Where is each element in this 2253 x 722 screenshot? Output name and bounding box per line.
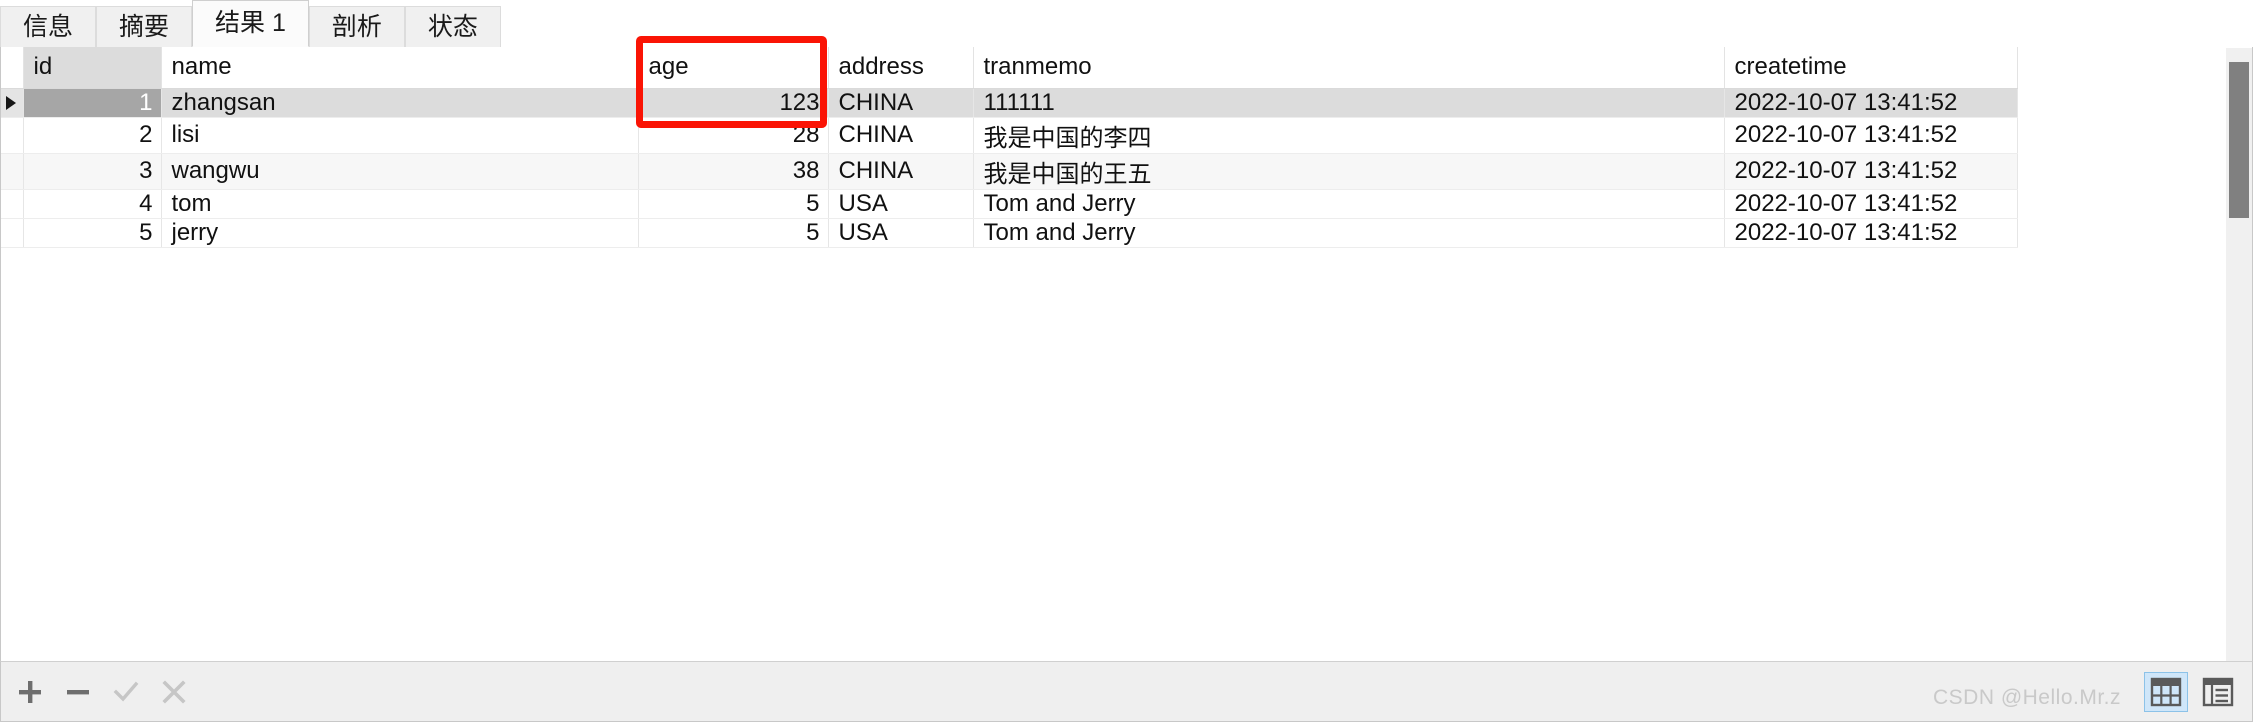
cell-createtime[interactable]: 2022-10-07 13:41:52 bbox=[1724, 218, 2018, 248]
grid-view-icon bbox=[2150, 677, 2182, 706]
cross-icon bbox=[162, 679, 186, 704]
tab-status[interactable]: 状态 bbox=[404, 6, 501, 47]
record-nav-group bbox=[13, 675, 191, 709]
form-view-icon bbox=[2202, 677, 2234, 706]
vertical-scrollbar-thumb[interactable] bbox=[2229, 62, 2249, 218]
column-header-createtime[interactable]: createtime bbox=[1724, 47, 2018, 89]
tab-label: 状态 bbox=[427, 12, 478, 41]
vertical-scrollbar[interactable] bbox=[2226, 48, 2252, 661]
cell-tranmemo[interactable]: 111111 bbox=[973, 88, 1725, 118]
row-gutter-cell[interactable] bbox=[1, 153, 24, 190]
cell-tranmemo[interactable]: Tom and Jerry bbox=[973, 218, 1725, 248]
row-gutter-cell[interactable] bbox=[1, 189, 24, 219]
cell-id[interactable]: 4 bbox=[23, 189, 162, 219]
result-tab-bar: 信息 摘要 结果 1 剖析 状态 bbox=[0, 0, 2253, 47]
cell-age[interactable]: 5 bbox=[638, 218, 829, 248]
check-icon bbox=[113, 681, 139, 701]
plus-icon bbox=[19, 680, 41, 703]
cell-createtime[interactable]: 2022-10-07 13:41:52 bbox=[1724, 117, 2018, 154]
tab-summary[interactable]: 摘要 bbox=[96, 6, 193, 47]
cell-name[interactable]: jerry bbox=[161, 218, 639, 248]
cell-tranmemo[interactable]: 我是中国的李四 bbox=[973, 117, 1725, 154]
form-view-button[interactable] bbox=[2196, 672, 2240, 712]
row-gutter-cell[interactable] bbox=[1, 88, 24, 118]
column-header-tranmemo[interactable]: tranmemo bbox=[973, 47, 1725, 89]
table-row[interactable]: 4 tom 5 USA Tom and Jerry 2022-10-07 13:… bbox=[1, 189, 2018, 219]
add-record-button[interactable] bbox=[13, 675, 47, 709]
cell-age[interactable]: 123 bbox=[638, 88, 829, 118]
cell-age[interactable]: 28 bbox=[638, 117, 829, 154]
result-grid-container[interactable]: id name age address tranmemo createtime … bbox=[0, 47, 2253, 661]
cell-age[interactable]: 38 bbox=[638, 153, 829, 190]
grid-view-button[interactable] bbox=[2144, 671, 2188, 712]
cell-id[interactable]: 3 bbox=[23, 153, 162, 190]
cell-address[interactable]: CHINA bbox=[828, 117, 974, 154]
view-mode-group bbox=[2144, 671, 2240, 712]
tab-label: 摘要 bbox=[119, 12, 170, 41]
column-header-age[interactable]: age bbox=[638, 47, 829, 89]
table-row[interactable]: 2 lisi 28 CHINA 我是中国的李四 2022-10-07 13:41… bbox=[1, 117, 2018, 154]
cell-name[interactable]: tom bbox=[161, 189, 639, 219]
cell-address[interactable]: CHINA bbox=[828, 88, 974, 118]
cell-address[interactable]: USA bbox=[828, 189, 974, 219]
row-gutter-cell[interactable] bbox=[1, 117, 24, 154]
current-row-marker-icon bbox=[6, 95, 16, 110]
column-header-address[interactable]: address bbox=[828, 47, 974, 89]
watermark-text: CSDN @Hello.Mr.z bbox=[1932, 686, 2121, 709]
delete-record-button[interactable] bbox=[61, 675, 95, 709]
cell-tranmemo[interactable]: Tom and Jerry bbox=[973, 189, 1725, 219]
grid-body: 1 zhangsan 123 CHINA 111111 2022-10-07 1… bbox=[1, 88, 2018, 248]
cell-tranmemo[interactable]: 我是中国的王五 bbox=[973, 153, 1725, 190]
cancel-changes-button[interactable] bbox=[157, 675, 191, 709]
tab-label: 结果 1 bbox=[215, 9, 286, 37]
cell-name[interactable]: zhangsan bbox=[161, 88, 639, 118]
cell-name[interactable]: wangwu bbox=[161, 153, 639, 190]
apply-changes-button[interactable] bbox=[109, 675, 143, 709]
row-gutter-cell[interactable] bbox=[1, 218, 24, 248]
row-gutter-header bbox=[1, 47, 24, 89]
cell-id[interactable]: 2 bbox=[23, 117, 162, 154]
cell-age[interactable]: 5 bbox=[638, 189, 829, 219]
tab-label: 剖析 bbox=[331, 12, 382, 41]
minus-icon bbox=[67, 689, 89, 694]
table-row[interactable]: 3 wangwu 38 CHINA 我是中国的王五 2022-10-07 13:… bbox=[1, 153, 2018, 190]
cell-createtime[interactable]: 2022-10-07 13:41:52 bbox=[1724, 189, 2018, 219]
cell-id[interactable]: 1 bbox=[23, 88, 162, 118]
cell-id[interactable]: 5 bbox=[23, 218, 162, 248]
table-row[interactable]: 5 jerry 5 USA Tom and Jerry 2022-10-07 1… bbox=[1, 218, 2018, 248]
grid-bottom-toolbar bbox=[0, 661, 2253, 722]
cell-createtime[interactable]: 2022-10-07 13:41:52 bbox=[1724, 153, 2018, 190]
grid-header-row: id name age address tranmemo createtime bbox=[1, 47, 2018, 89]
table-row[interactable]: 1 zhangsan 123 CHINA 111111 2022-10-07 1… bbox=[1, 88, 2018, 118]
result-grid: id name age address tranmemo createtime … bbox=[1, 47, 2018, 248]
tab-info[interactable]: 信息 bbox=[0, 6, 97, 47]
cell-address[interactable]: USA bbox=[828, 218, 974, 248]
cell-createtime[interactable]: 2022-10-07 13:41:52 bbox=[1724, 88, 2018, 118]
column-header-id[interactable]: id bbox=[23, 47, 162, 89]
cell-name[interactable]: lisi bbox=[161, 117, 639, 154]
tab-result-1[interactable]: 结果 1 bbox=[192, 0, 309, 47]
tab-label: 信息 bbox=[23, 12, 74, 41]
tab-profile[interactable]: 剖析 bbox=[308, 6, 405, 47]
column-header-name[interactable]: name bbox=[161, 47, 639, 89]
cell-address[interactable]: CHINA bbox=[828, 153, 974, 190]
